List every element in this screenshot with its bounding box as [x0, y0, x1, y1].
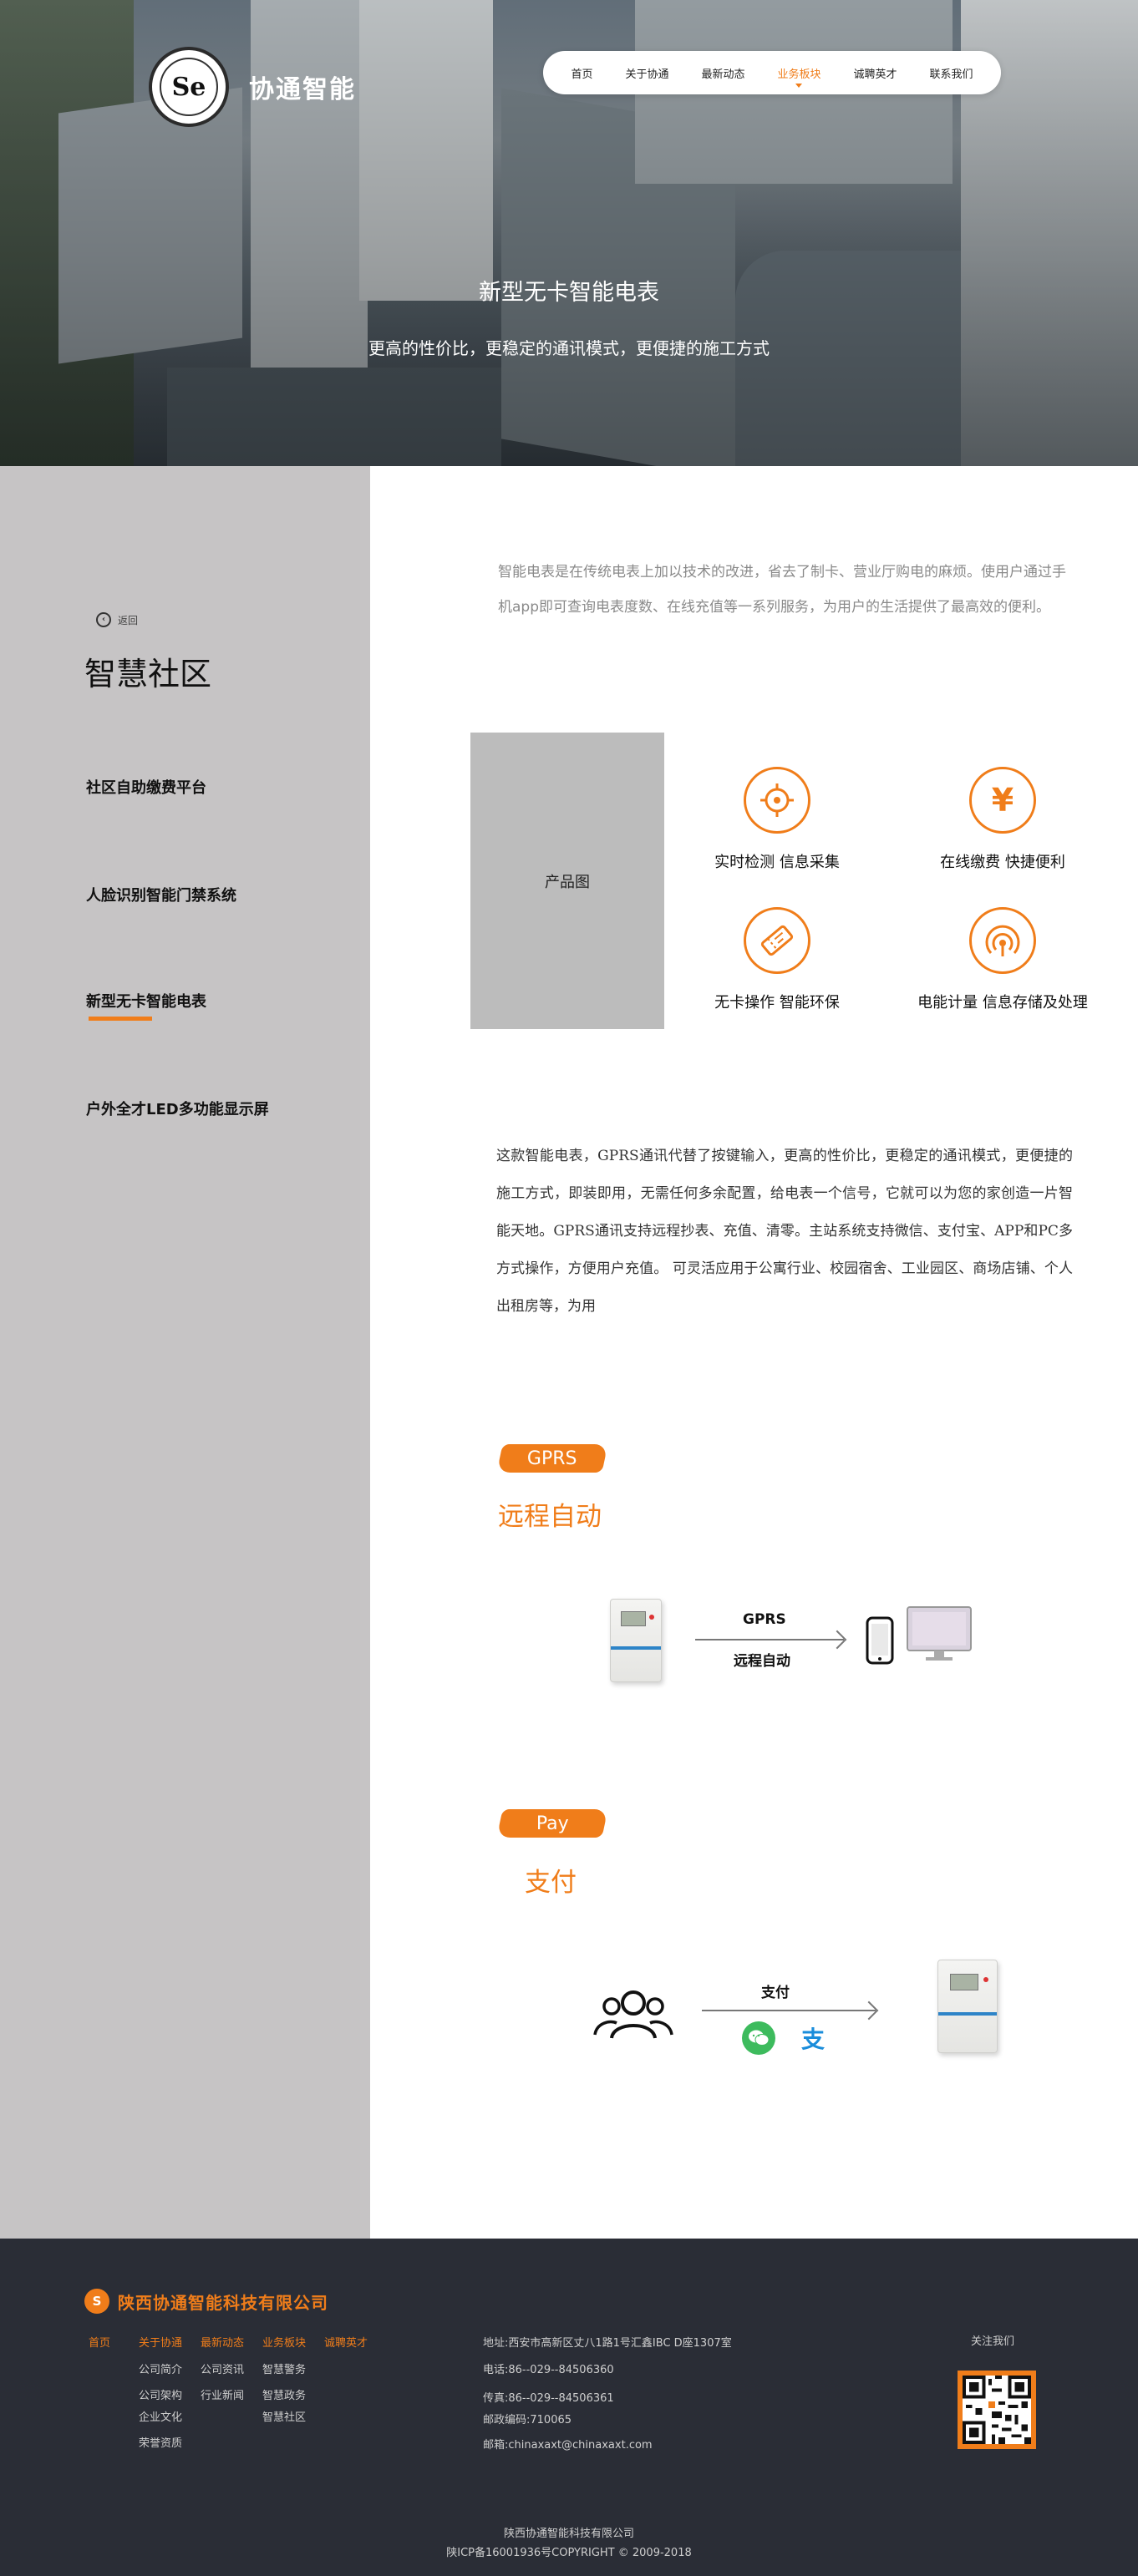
sidebar-item-smart-meter[interactable]: 新型无卡智能电表: [86, 990, 206, 1012]
meter-screen: [950, 1974, 978, 1990]
pay-tag-label: Pay: [536, 1813, 569, 1834]
yen-icon: ¥: [969, 767, 1036, 834]
sidebar-item-payment-platform[interactable]: 社区自助缴费平台: [86, 776, 206, 798]
gprs-flow-label-bottom: 远程自动: [734, 1653, 790, 1670]
smart-meter-image: [937, 1960, 998, 2053]
gprs-flow-label-top: GPRS: [743, 1611, 786, 1628]
alipay-icon[interactable]: 支: [799, 2023, 827, 2053]
meter-led: [983, 1977, 988, 1982]
footer-postcode: 邮政编码:710065: [483, 2414, 572, 2426]
feature-label: 实时检测 信息采集: [714, 854, 840, 871]
footer-nav-about[interactable]: 关于协通: [139, 2334, 182, 2350]
sidebar-active-indicator: [89, 1017, 152, 1021]
footer-link[interactable]: 智慧社区: [262, 2408, 306, 2424]
users-icon: [592, 1986, 675, 2043]
wechat-pay-icon[interactable]: [742, 2021, 775, 2055]
footer-logo-icon: S: [84, 2289, 109, 2314]
main-nav: 首页 关于协通 最新动态 业务板块 诚聘英才 联系我们: [543, 51, 1001, 94]
footer-nav-careers[interactable]: 诚聘英才: [324, 2334, 368, 2350]
footer-link[interactable]: 智慧警务: [262, 2360, 306, 2376]
gprs-title: 远程自动: [498, 1502, 602, 1532]
footer-link[interactable]: 公司资讯: [201, 2360, 244, 2376]
gprs-tag-label: GPRS: [527, 1448, 577, 1469]
footer: S 陕西协通智能科技有限公司 首页 关于协通 最新动态 业务板块 诚聘英才 公司…: [0, 2239, 1138, 2576]
intro-paragraph: 智能电表是在传统电表上加以技术的改进，省去了制卡、营业厅购电的麻烦。使用户通过手…: [498, 564, 1066, 616]
footer-email[interactable]: 邮箱:chinaxaxt@chinaxaxt.com: [483, 2436, 653, 2452]
footer-nav-business[interactable]: 业务板块: [262, 2334, 306, 2350]
footer-company-name: 陕西协通智能科技有限公司: [118, 2292, 328, 2313]
footer-nav-news[interactable]: 最新动态: [201, 2334, 244, 2350]
chevron-left-icon: ‹: [96, 612, 111, 627]
sidebar-title: 智慧社区: [84, 656, 212, 692]
signal-icon: [969, 907, 1036, 974]
hero-banner: Se 协通智能 首页 关于协通 最新动态 业务板块 诚聘英才 联系我们 新型无卡…: [0, 0, 1138, 466]
footer-logo[interactable]: S 陕西协通智能科技有限公司: [84, 2289, 328, 2314]
arrow-head-icon: [859, 2000, 879, 2021]
brand-name: 协通智能: [249, 75, 356, 104]
nav-contact[interactable]: 联系我们: [929, 65, 973, 81]
nav-careers[interactable]: 诚聘英才: [853, 65, 897, 81]
meter-screen: [621, 1611, 646, 1626]
product-description: 这款智能电表，GPRS通讯代替了按键输入，更高的性价比，更稳定的通讯模式，更便捷…: [496, 1148, 1073, 1315]
footer-link[interactable]: 公司简介: [139, 2360, 182, 2376]
meter-led: [649, 1615, 654, 1620]
smart-meter-image: [610, 1599, 662, 1682]
footer-link[interactable]: 企业文化: [139, 2408, 182, 2424]
feature-cardless: 无卡操作 智能环保: [668, 907, 886, 1012]
arrow-right-icon: [702, 2010, 876, 2011]
arrow-head-icon: [827, 1630, 847, 1650]
target-icon: [744, 767, 810, 834]
footer-address: 地址:西安市高新区丈八1路1号汇鑫IBC D座1307室: [483, 2337, 732, 2350]
product-placeholder-label: 产品图: [545, 873, 590, 891]
footer-fax: 传真:86--029--84506361: [483, 2392, 614, 2405]
nav-news[interactable]: 最新动态: [701, 65, 744, 81]
sidebar-item-face-access[interactable]: 人脸识别智能门禁系统: [86, 884, 236, 905]
sidebar-item-led-display[interactable]: 户外全才LED多功能显示屏: [86, 1098, 269, 1119]
hero-title: 新型无卡智能电表: [479, 280, 659, 306]
meter-stripe: [611, 1646, 661, 1650]
footer-copyright-company: 陕西协通智能科技有限公司: [503, 2528, 634, 2540]
ticket-icon: [744, 907, 810, 974]
arrow-right-icon: [695, 1639, 844, 1640]
feature-label: 在线缴费 快捷便利: [940, 854, 1065, 871]
sidebar: ‹ 返回 智慧社区 社区自助缴费平台 人脸识别智能门禁系统 新型无卡智能电表 户…: [0, 466, 370, 2239]
footer-link[interactable]: 智慧政务: [262, 2386, 306, 2402]
back-label: 返回: [118, 614, 139, 626]
follow-us-label: 关注我们: [971, 2335, 1015, 2348]
pay-tag: Pay: [496, 1809, 608, 1838]
nav-home[interactable]: 首页: [571, 65, 592, 81]
brand-logo[interactable]: Se 协通智能: [149, 47, 356, 127]
back-button[interactable]: ‹ 返回: [96, 612, 138, 627]
footer-nav-home[interactable]: 首页: [89, 2334, 110, 2350]
smartphone-icon: [864, 1616, 897, 1668]
feature-metering: 电能计量 信息存储及处理: [894, 907, 1111, 1012]
logo-emblem: Se: [149, 47, 229, 127]
meter-stripe: [938, 2012, 997, 2016]
nav-about[interactable]: 关于协通: [625, 65, 668, 81]
footer-phone: 电话:86--029--84506360: [483, 2364, 614, 2376]
footer-link[interactable]: 荣誉资质: [139, 2434, 182, 2450]
footer-icp: 陕ICP备16001936号COPYRIGHT © 2009-2018: [446, 2547, 692, 2559]
feature-realtime: 实时检测 信息采集: [668, 767, 886, 872]
product-image-placeholder: 产品图: [470, 733, 664, 1029]
feature-online-payment: ¥ 在线缴费 快捷便利: [894, 767, 1111, 872]
footer-link[interactable]: 公司架构: [139, 2386, 182, 2402]
pay-flow-label: 支付: [761, 1985, 790, 2001]
nav-business[interactable]: 业务板块: [777, 65, 821, 88]
feature-label: 无卡操作 智能环保: [714, 994, 840, 1012]
pay-title: 支付: [525, 1868, 577, 1898]
footer-link[interactable]: 行业新闻: [201, 2386, 244, 2402]
logo-mark: Se: [160, 58, 218, 116]
gprs-tag: GPRS: [496, 1444, 608, 1473]
hero-subtitle: 更高的性价比，更稳定的通讯模式，更便捷的施工方式: [368, 338, 770, 358]
monitor-icon: [906, 1605, 973, 1667]
qr-code: [958, 2371, 1036, 2449]
feature-label: 电能计量 信息存储及处理: [917, 994, 1088, 1012]
